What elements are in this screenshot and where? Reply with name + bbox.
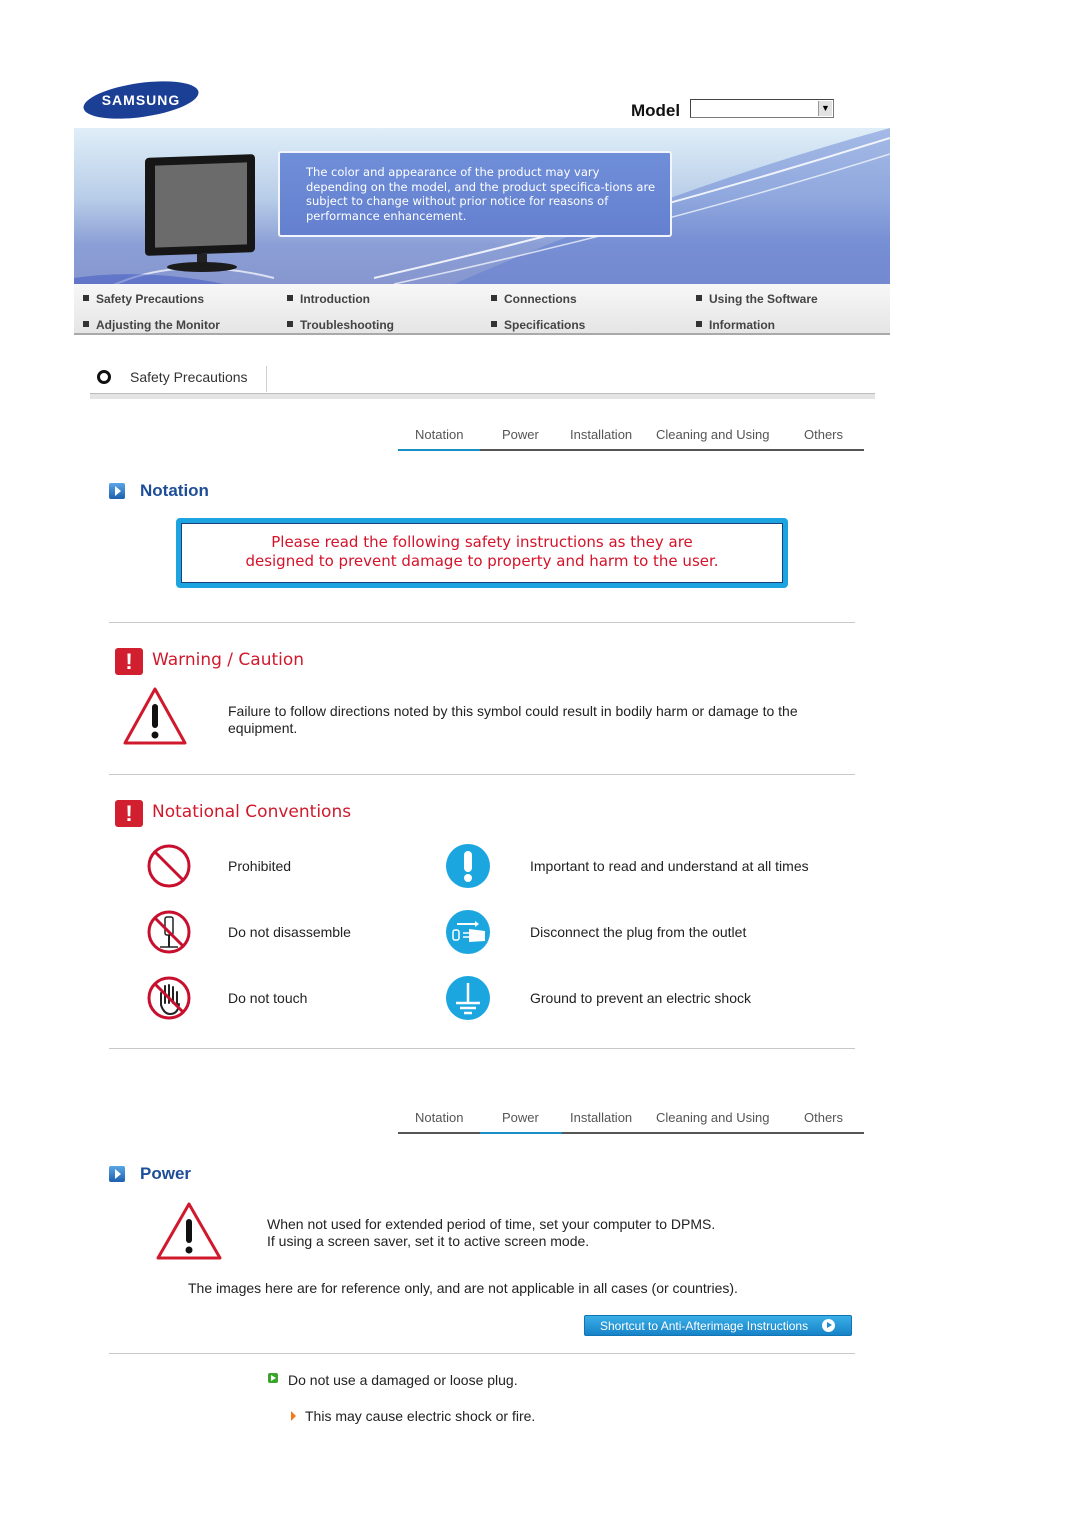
- nav-using-the-software[interactable]: Using the Software: [696, 292, 818, 306]
- tab-bar-top: Notation Power Installation Cleaning and…: [398, 427, 864, 451]
- ground-icon: [446, 976, 490, 1020]
- model-label: Model: [631, 101, 681, 120]
- convention-label: Disconnect the plug from the outlet: [530, 924, 747, 940]
- section-arrow-icon: [109, 483, 125, 499]
- divider: [109, 1048, 855, 1049]
- divider: [109, 774, 855, 775]
- tab-cleaning-and-using[interactable]: Cleaning and Using: [656, 1110, 769, 1125]
- nav-troubleshooting[interactable]: Troubleshooting: [287, 318, 394, 332]
- power-item-1-detail: This may cause electric shock or fire.: [305, 1408, 536, 1424]
- dpms-instruction-line-2: If using a screen saver, set it to activ…: [267, 1233, 590, 1249]
- bullet-icon: [287, 295, 293, 301]
- convention-label: Do not touch: [228, 990, 308, 1006]
- section-underline: [90, 393, 875, 399]
- section-arrow-icon: [109, 1166, 125, 1182]
- svg-text:SAMSUNG: SAMSUNG: [102, 92, 181, 108]
- bullet-icon: [491, 295, 497, 301]
- bullet-icon: [696, 295, 702, 301]
- ring-icon: [97, 370, 111, 384]
- anti-afterimage-shortcut-button[interactable]: Shortcut to Anti-Afterimage Instructions: [584, 1315, 852, 1336]
- exclamation-badge-icon: !: [115, 800, 143, 827]
- tab-others[interactable]: Others: [804, 1110, 843, 1125]
- nav-specifications[interactable]: Specifications: [491, 318, 585, 332]
- safety-notice-box: Please read the following safety instruc…: [176, 518, 788, 588]
- tab-installation[interactable]: Installation: [570, 427, 632, 442]
- section-title: Safety Precautions: [130, 369, 248, 385]
- nav-information[interactable]: Information: [696, 318, 775, 332]
- tab-notation[interactable]: Notation: [415, 427, 463, 442]
- convention-label: Important to read and understand at all …: [530, 858, 809, 874]
- reference-note: The images here are for reference only, …: [188, 1280, 738, 1296]
- tab-power[interactable]: Power: [502, 427, 539, 442]
- monitor-image: [143, 154, 255, 272]
- orange-arrow-icon: [291, 1411, 296, 1421]
- warning-description: Failure to follow directions noted by th…: [228, 703, 798, 736]
- section-title-divider: [266, 366, 267, 392]
- green-bullet-icon: [268, 1373, 278, 1383]
- bullet-icon: [83, 295, 89, 301]
- product-notice: The color and appearance of the product …: [278, 151, 672, 237]
- tab-installation[interactable]: Installation: [570, 1110, 632, 1125]
- convention-label: Ground to prevent an electric shock: [530, 990, 752, 1006]
- safety-notice-line-1: Please read the following safety instruc…: [271, 533, 693, 551]
- nav-safety-precautions[interactable]: Safety Precautions: [83, 292, 204, 306]
- tab-notation[interactable]: Notation: [415, 1110, 463, 1125]
- divider: [109, 622, 855, 623]
- nav-connections[interactable]: Connections: [491, 292, 577, 306]
- dpms-instruction-line-1: When not used for extended period of tim…: [267, 1216, 716, 1232]
- warning-triangle-icon: [156, 1202, 222, 1260]
- notational-conventions-heading: Notational Conventions: [152, 802, 352, 822]
- nav-adjusting-the-monitor[interactable]: Adjusting the Monitor: [83, 318, 220, 332]
- model-select[interactable]: ▼: [690, 99, 834, 118]
- exclamation-badge-icon: !: [115, 648, 143, 675]
- dropdown-arrow-icon[interactable]: ▼: [818, 101, 832, 116]
- warning-caution-heading: Warning / Caution: [152, 650, 305, 670]
- prohibited-icon: [147, 844, 191, 888]
- no-touch-icon: [147, 976, 191, 1020]
- active-tab-indicator: [480, 1132, 562, 1134]
- unplug-icon: [446, 910, 490, 954]
- warning-triangle-icon: [123, 687, 187, 745]
- nav-introduction[interactable]: Introduction: [287, 292, 370, 306]
- convention-label: Prohibited: [228, 858, 292, 874]
- tab-power[interactable]: Power: [502, 1110, 539, 1125]
- convention-label: Do not disassemble: [228, 924, 351, 940]
- divider: [109, 1353, 855, 1354]
- bullet-icon: [83, 321, 89, 327]
- notation-heading: Notation: [140, 481, 209, 500]
- active-tab-indicator: [398, 449, 480, 451]
- tab-bar-power: Notation Power Installation Cleaning and…: [398, 1110, 864, 1134]
- tab-others[interactable]: Others: [804, 427, 843, 442]
- bullet-icon: [696, 321, 702, 327]
- power-item-1: Do not use a damaged or loose plug.: [288, 1372, 518, 1388]
- safety-notice-line-2: designed to prevent damage to property a…: [245, 552, 719, 570]
- samsung-logo[interactable]: SAMSUNG: [82, 80, 200, 120]
- tab-cleaning-and-using[interactable]: Cleaning and Using: [656, 427, 769, 442]
- important-icon: [446, 844, 490, 888]
- main-nav: Safety Precautions Introduction Connecti…: [74, 284, 890, 335]
- no-disassemble-icon: [147, 910, 191, 954]
- play-circle-icon: [822, 1319, 835, 1332]
- bullet-icon: [491, 321, 497, 327]
- power-heading: Power: [140, 1164, 192, 1183]
- bullet-icon: [287, 321, 293, 327]
